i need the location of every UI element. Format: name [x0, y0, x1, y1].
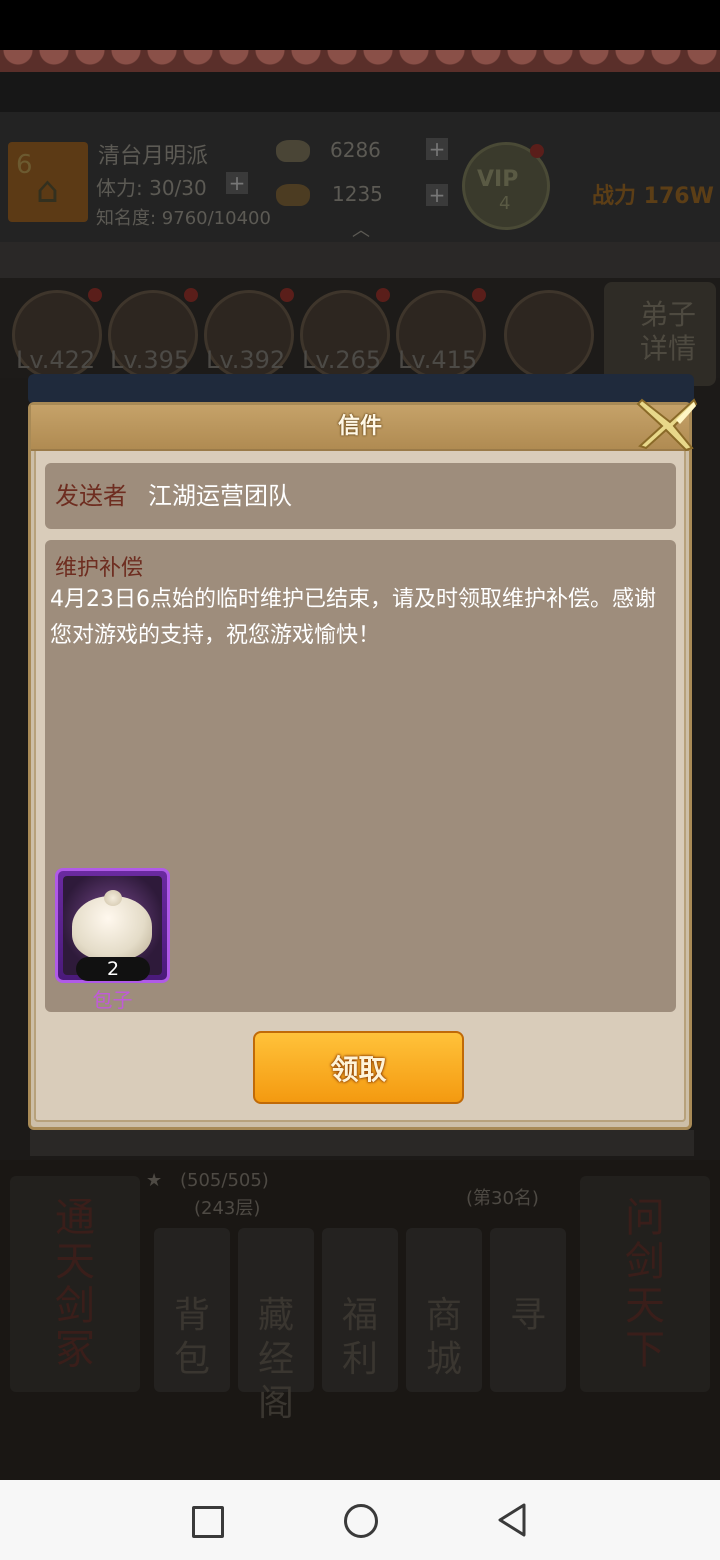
disciple-level: Lv.422	[16, 346, 96, 374]
sword-tomb-scroll[interactable]: 通天剑冢	[10, 1176, 140, 1392]
add-stamina-button[interactable]: +	[226, 172, 248, 194]
seek-label: 寻	[509, 1295, 546, 1336]
disciple-level: Lv.395	[110, 346, 190, 374]
background-window-footer	[30, 1130, 694, 1156]
background-window-header	[28, 374, 694, 404]
star-icon: ★	[146, 1170, 163, 1191]
welfare-label: 福利	[341, 1295, 378, 1380]
mail-subject: 维护补偿	[55, 556, 144, 581]
disciple-level: Lv.265	[302, 346, 382, 374]
sword-tomb-label: 通天剑冢	[55, 1195, 95, 1373]
tower-floor: (243层)	[194, 1198, 261, 1219]
attachment-name: 包子	[92, 988, 133, 1012]
sender-label: 发送者	[55, 482, 127, 510]
disciple-detail-button[interactable]: 弟子详情	[604, 282, 716, 386]
silver-ingot-icon	[276, 140, 310, 162]
gold-pouch-icon	[276, 184, 310, 206]
stamina-text: 体力: 30/30	[96, 176, 207, 200]
decorative-scallop-border	[0, 50, 720, 72]
status-bar	[0, 0, 720, 50]
disciple-avatar[interactable]	[504, 290, 594, 380]
notification-dot	[472, 288, 486, 302]
disciple-detail-label: 弟子详情	[640, 298, 697, 365]
attachment-quantity: 2	[76, 957, 150, 981]
shop-label: 商城	[425, 1295, 462, 1380]
announcement-marquee	[0, 72, 720, 112]
recent-apps-icon[interactable]	[192, 1506, 224, 1538]
claim-button-label: 领取	[330, 1053, 387, 1086]
sect-icon: ⌂	[36, 170, 59, 211]
close-icon[interactable]	[636, 396, 698, 452]
sword-ask-label: 问剑天下	[625, 1195, 665, 1373]
notification-dot	[530, 144, 544, 158]
home-icon[interactable]	[344, 1504, 378, 1538]
sender-name: 江湖运营团队	[148, 482, 292, 510]
notification-dot	[184, 288, 198, 302]
steamed-bun-top	[104, 890, 122, 906]
player-level-badge[interactable]: 6 ⌂	[8, 142, 88, 222]
disciple-level: Lv.415	[398, 346, 478, 374]
bag-button[interactable]: 背包	[154, 1228, 230, 1392]
notification-dot	[88, 288, 102, 302]
vip-level: 4	[499, 193, 511, 214]
welfare-button[interactable]: 福利	[322, 1228, 398, 1392]
sword-ask-scroll[interactable]: 问剑天下	[580, 1176, 710, 1392]
gold-amount: 1235	[332, 182, 383, 206]
bag-label: 背包	[173, 1295, 210, 1380]
collapse-header-icon[interactable]: ︿	[352, 216, 370, 242]
fame-text: 知名度: 9760/10400	[96, 208, 271, 229]
disciple-level: Lv.392	[206, 346, 286, 374]
add-silver-button[interactable]: +	[426, 138, 448, 160]
info-band	[0, 242, 720, 278]
add-gold-button[interactable]: +	[426, 184, 448, 206]
notification-dot	[376, 288, 390, 302]
arena-rank: (第30名)	[466, 1188, 539, 1209]
back-icon[interactable]	[496, 1502, 530, 1538]
notification-dot	[280, 288, 294, 302]
scripture-library-label: 藏经阁	[257, 1295, 294, 1424]
player-level: 6	[16, 150, 33, 180]
sender-row	[45, 463, 676, 529]
tower-progress: (505/505)	[180, 1170, 269, 1191]
mail-dialog-title: 信件	[337, 414, 382, 439]
silver-amount: 6286	[330, 138, 381, 162]
mail-body-text: 4月23日6点始的临时维护已结束，请及时领取维护补偿。感谢您对游戏的支持，祝您游…	[50, 587, 656, 648]
seek-button[interactable]: 寻	[490, 1228, 566, 1392]
shop-button[interactable]: 商城	[406, 1228, 482, 1392]
vip-label: VIP	[477, 167, 519, 192]
scripture-library-button[interactable]: 藏经阁	[238, 1228, 314, 1424]
player-name: 清台月明派	[98, 144, 209, 169]
combat-power: 战力 176W	[592, 184, 714, 209]
